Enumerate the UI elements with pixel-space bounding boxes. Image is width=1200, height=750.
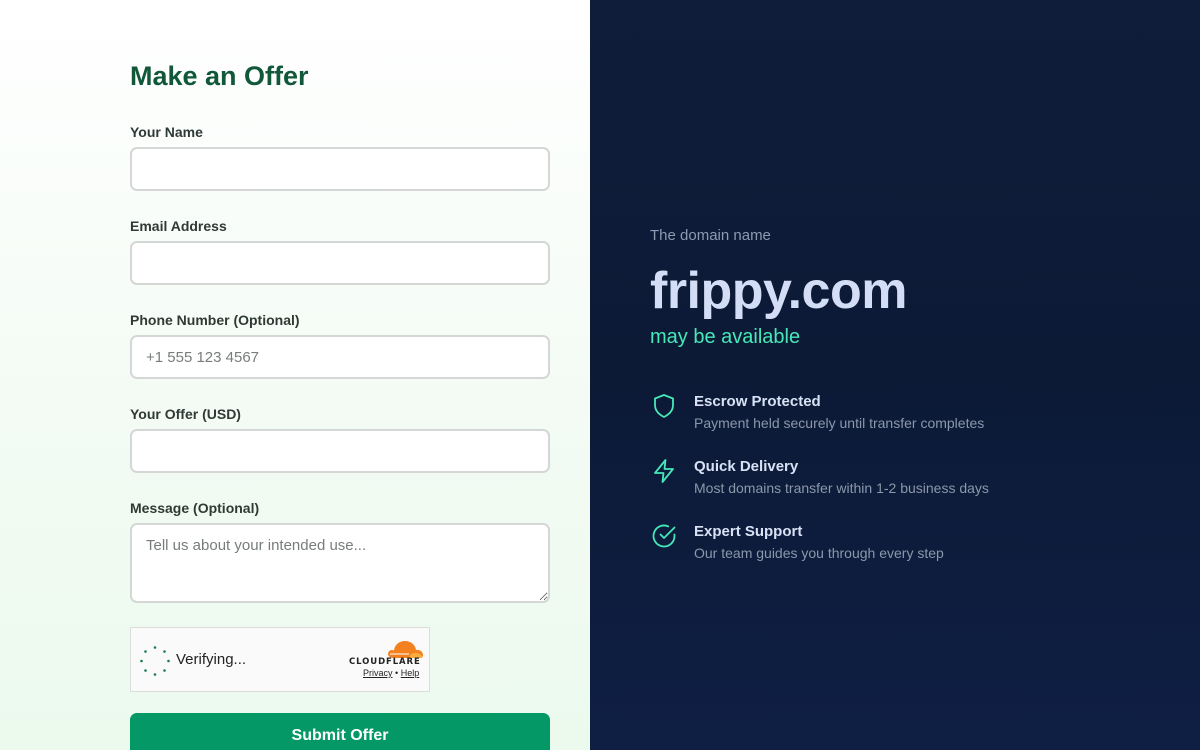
feature-item-escrow: Escrow Protected Payment held securely u…: [650, 392, 1200, 435]
email-input[interactable]: [130, 241, 550, 285]
availability-text: may be available: [650, 326, 801, 348]
feature-title: Quick Delivery: [694, 458, 799, 475]
phone-input[interactable]: [130, 335, 550, 379]
loading-spinner-icon: [140, 646, 170, 676]
domain-name: frippy.com: [650, 262, 907, 320]
offer-input[interactable]: [130, 429, 550, 473]
link-separator: •: [395, 668, 399, 678]
email-label: Email Address: [130, 218, 227, 234]
help-link[interactable]: Help: [401, 668, 420, 678]
check-circle-icon: [652, 524, 676, 548]
feature-title: Expert Support: [694, 523, 803, 540]
feature-item-support: Expert Support Our team guides you throu…: [650, 522, 1200, 565]
message-textarea[interactable]: [130, 523, 550, 603]
shield-icon: [654, 394, 674, 418]
feature-description: Most domains transfer within 1-2 busines…: [694, 480, 989, 496]
captcha-widget[interactable]: Verifying... CLOUDFLARE Privacy • Help: [130, 627, 430, 692]
phone-label: Phone Number (Optional): [130, 312, 300, 328]
privacy-link[interactable]: Privacy: [363, 668, 393, 678]
feature-title: Escrow Protected: [694, 393, 821, 410]
domain-info-panel: The domain name frippy.com may be availa…: [590, 0, 1200, 750]
feature-item-delivery: Quick Delivery Most domains transfer wit…: [650, 457, 1200, 500]
offer-label: Your Offer (USD): [130, 406, 241, 422]
cloudflare-logo-text: CLOUDFLARE: [349, 657, 421, 667]
submit-offer-button[interactable]: Submit Offer: [130, 713, 550, 750]
feature-description: Payment held securely until transfer com…: [694, 415, 985, 431]
name-input[interactable]: [130, 147, 550, 191]
cloudflare-cloud-icon: [388, 641, 423, 658]
feature-description: Our team guides you through every step: [694, 545, 944, 561]
captcha-status: Verifying...: [176, 651, 247, 668]
feature-list: Escrow Protected Payment held securely u…: [650, 392, 1200, 565]
lightning-icon: [654, 459, 674, 483]
message-label: Message (Optional): [130, 500, 260, 516]
captcha-links: Privacy • Help: [363, 668, 419, 678]
domain-intro-text: The domain name: [650, 227, 771, 244]
form-title: Make an Offer: [130, 61, 309, 91]
name-label: Your Name: [130, 124, 203, 140]
offer-form-panel: Make an Offer Your Name Email Address Ph…: [0, 0, 590, 750]
